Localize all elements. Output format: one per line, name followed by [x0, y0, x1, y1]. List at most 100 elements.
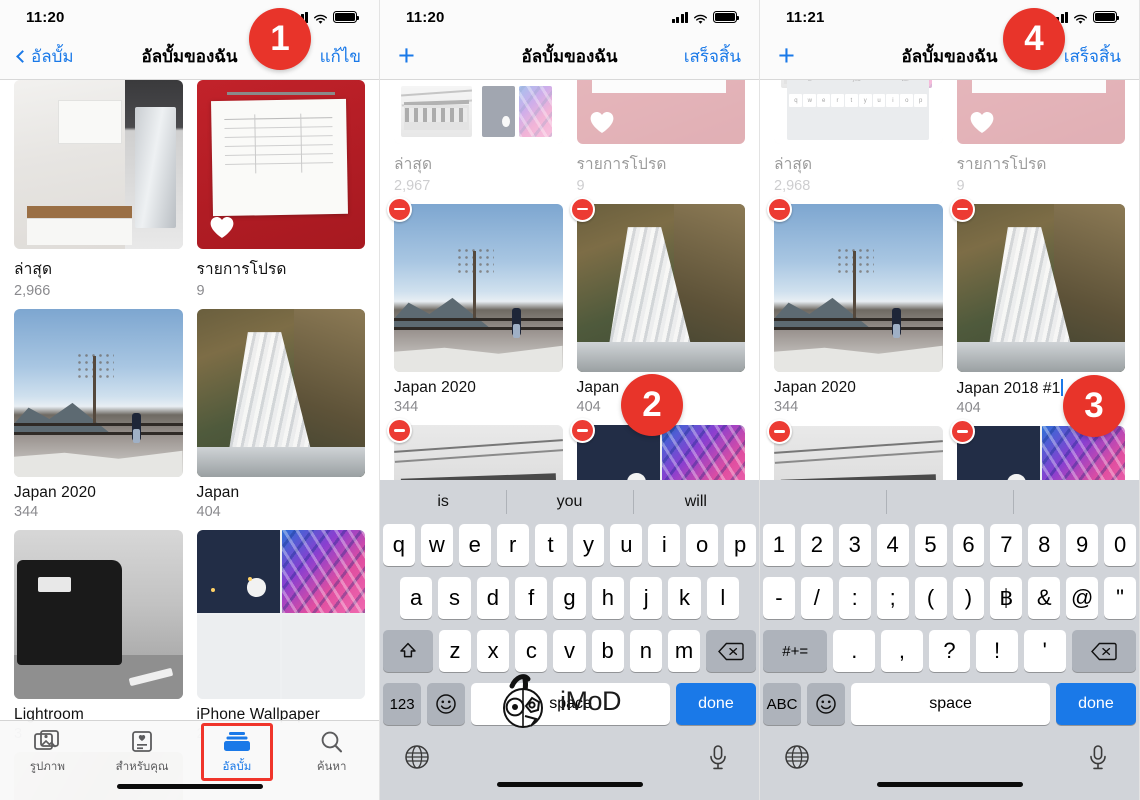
key-z[interactable]: z	[438, 630, 472, 672]
album-card-recents[interactable]: Japan 2020 Japan 344 404 ล่าสุด 2,967	[394, 80, 563, 204]
key-7[interactable]: 7	[990, 524, 1023, 566]
key-comma[interactable]: ,	[881, 630, 923, 672]
key-l[interactable]: l	[706, 577, 739, 619]
album-title[interactable]: Japan 2020	[774, 379, 943, 397]
delete-icon[interactable]	[1071, 630, 1137, 672]
suggestion-item[interactable]: is	[380, 493, 506, 511]
key-v[interactable]: v	[553, 630, 586, 672]
key-apostrophe[interactable]: '	[1023, 630, 1066, 672]
key-r[interactable]: r	[496, 524, 529, 566]
key-m[interactable]: m	[667, 630, 701, 672]
key-ampersand[interactable]: &	[1028, 577, 1061, 619]
key-g[interactable]: g	[553, 577, 586, 619]
tab-photos[interactable]: รูปภาพ	[0, 730, 95, 776]
key-4[interactable]: 4	[876, 524, 909, 566]
key-6[interactable]: 6	[952, 524, 985, 566]
key-colon[interactable]: :	[838, 577, 871, 619]
key-0[interactable]: 0	[1104, 524, 1137, 566]
key-p[interactable]: p	[724, 524, 757, 566]
key-i[interactable]: i	[648, 524, 681, 566]
album-card-japan-2020[interactable]: Japan 2020 344	[387, 196, 563, 426]
done-key[interactable]: done	[675, 683, 756, 725]
key-exclamation[interactable]: !	[976, 630, 1018, 672]
key-q[interactable]: q	[382, 524, 415, 566]
key-o[interactable]: o	[686, 524, 719, 566]
tab-search[interactable]: ค้นหา	[284, 730, 379, 776]
globe-icon[interactable]	[784, 744, 810, 770]
numbers-mode-key[interactable]: 123	[383, 683, 422, 725]
key-slash[interactable]: /	[800, 577, 833, 619]
space-key[interactable]: space	[851, 683, 1050, 725]
done-button[interactable]: เสร็จสิ้น	[684, 43, 741, 70]
delete-album-button[interactable]	[949, 196, 975, 222]
album-card-japan[interactable]: Japan 404	[196, 308, 365, 531]
key-k[interactable]: k	[668, 577, 701, 619]
album-card-lightroom[interactable]: Lightroom 3	[14, 530, 183, 752]
key-paren-close[interactable]: )	[952, 577, 985, 619]
delete-album-button[interactable]	[387, 418, 412, 443]
suggestion-item[interactable]: will	[633, 493, 759, 511]
albums-scroll-area[interactable]: ล่าสุด 2,966 รายการโปรด 9 Japan 2020 344…	[0, 80, 379, 800]
suggestion-item[interactable]: you	[506, 493, 632, 511]
key-paren-open[interactable]: (	[914, 577, 947, 619]
tab-for-you[interactable]: สำหรับคุณ	[95, 730, 190, 776]
key-u[interactable]: u	[610, 524, 643, 566]
album-card-recents[interactable]: ล่าสุด 2,966	[14, 80, 183, 309]
symbols-mode-key[interactable]: #+=	[763, 630, 828, 672]
key-hyphen[interactable]: -	[762, 577, 795, 619]
delete-album-button[interactable]	[767, 196, 792, 222]
key-y[interactable]: y	[572, 524, 605, 566]
album-card-japan-2020[interactable]: Japan 2020 344	[767, 196, 943, 427]
add-album-button[interactable]: +	[778, 42, 795, 71]
key-2[interactable]: 2	[800, 524, 833, 566]
key-1[interactable]: 1	[762, 524, 795, 566]
add-album-button[interactable]: +	[398, 42, 415, 71]
delete-album-button[interactable]	[949, 419, 975, 444]
key-x[interactable]: x	[477, 630, 510, 672]
tab-albums[interactable]: อัลบั้ม	[190, 723, 285, 781]
emoji-icon[interactable]	[807, 683, 846, 725]
key-d[interactable]: d	[476, 577, 509, 619]
key-f[interactable]: f	[515, 577, 548, 619]
key-j[interactable]: j	[629, 577, 663, 619]
key-question[interactable]: ?	[928, 630, 971, 672]
key-semicolon[interactable]: ;	[876, 577, 909, 619]
album-card-japan-2020[interactable]: Japan 2020 344	[14, 308, 183, 531]
key-c[interactable]: c	[515, 630, 548, 672]
key-b[interactable]: b	[591, 630, 624, 672]
key-period[interactable]: .	[833, 630, 876, 672]
key-9[interactable]: 9	[1066, 524, 1099, 566]
mic-icon[interactable]	[707, 744, 733, 770]
key-w[interactable]: w	[420, 524, 453, 566]
globe-icon[interactable]	[404, 744, 430, 770]
letters-mode-key[interactable]: ABC	[763, 683, 802, 725]
done-button[interactable]: เสร็จสิ้น	[1064, 43, 1121, 70]
album-card-favorites[interactable]: รายการโปรด 9	[956, 80, 1125, 204]
key-s[interactable]: s	[438, 577, 471, 619]
key-3[interactable]: 3	[838, 524, 871, 566]
back-button[interactable]: อัลบั้ม	[16, 43, 74, 70]
key-baht[interactable]: ฿	[990, 577, 1023, 619]
key-at[interactable]: @	[1066, 577, 1099, 619]
album-card-favorites[interactable]: รายการโปรด 9	[576, 80, 745, 204]
key-8[interactable]: 8	[1028, 524, 1061, 566]
done-key[interactable]: done	[1055, 683, 1136, 725]
delete-icon[interactable]	[706, 630, 756, 672]
mic-icon[interactable]	[1087, 744, 1113, 770]
key-t[interactable]: t	[534, 524, 567, 566]
album-card-recents[interactable]: Japan 2020 Japan 344 404 isyouwill qwert…	[774, 80, 943, 204]
album-title[interactable]: Japan 2020	[394, 379, 563, 397]
delete-album-button[interactable]	[569, 418, 595, 443]
edit-button[interactable]: แก้ไข	[320, 43, 361, 70]
delete-album-button[interactable]	[569, 196, 595, 222]
emoji-icon[interactable]	[427, 683, 466, 725]
key-quote[interactable]: "	[1104, 577, 1137, 619]
album-card-favorites[interactable]: รายการโปรด 9	[196, 80, 365, 309]
key-h[interactable]: h	[591, 577, 624, 619]
key-n[interactable]: n	[629, 630, 662, 672]
delete-album-button[interactable]	[387, 196, 412, 222]
delete-album-button[interactable]	[767, 419, 792, 444]
shift-icon[interactable]	[383, 630, 433, 672]
key-a[interactable]: a	[400, 577, 433, 619]
album-card-iphone-wallpaper[interactable]: iPhone Wallpaper 2	[196, 530, 365, 752]
